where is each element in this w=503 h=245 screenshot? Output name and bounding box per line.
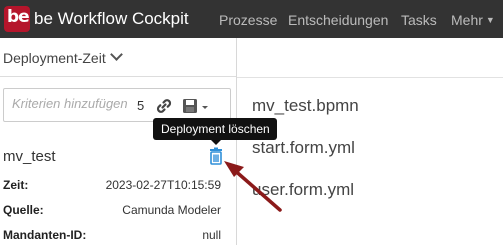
property-label-zeit: Zeit: [3,178,29,192]
save-icon[interactable] [182,96,212,116]
deployments-sidebar: Deployment-Zeit 5 mv_test Zeit: 2023-02-… [0,38,237,245]
logo-text: be [7,7,30,27]
deployment-name[interactable]: mv_test [3,148,56,165]
property-value-zeit: 2023-02-27T10:15:59 [105,178,221,192]
property-label-quelle: Quelle: [3,203,44,217]
delete-tooltip: Deployment löschen [153,118,277,145]
chevron-down-icon [109,48,123,61]
nav-item-tasks[interactable]: Tasks [401,12,437,28]
property-value-mandanten-id: null [202,228,221,242]
caret-down-icon: ▼ [485,15,495,25]
tooltip-text: Deployment löschen [161,122,270,136]
nav-item-entscheidungen[interactable]: Entscheidungen [288,12,388,28]
property-label-mandanten-id: Mandanten-ID: [3,228,87,242]
app-title[interactable]: be Workflow Cockpit [34,9,189,29]
result-count: 5 [137,98,145,113]
link-icon[interactable] [154,96,174,116]
nav-item-prozesse[interactable]: Prozesse [219,12,277,28]
search-input[interactable] [12,96,132,111]
sort-dropdown[interactable]: Deployment-Zeit [0,38,236,77]
property-value-quelle: Camunda Modeler [122,203,221,217]
divider [237,77,503,78]
sort-label[interactable]: Deployment-Zeit [3,48,123,66]
resource-item[interactable]: start.form.yml [252,138,355,158]
search-criteria-box[interactable]: 5 [3,88,231,122]
annotation-arrow-icon [224,161,282,212]
sort-label-text: Deployment-Zeit [3,50,106,66]
be-logo-icon[interactable]: be [4,6,30,32]
tooltip-arrow [211,140,221,145]
resource-item[interactable]: mv_test.bpmn [252,96,359,116]
nav-item-mehr[interactable]: Mehr ▼ [451,12,495,28]
nav-more-label: Mehr [451,12,483,28]
top-navigation-bar: be be Workflow Cockpit Prozesse Entschei… [0,0,503,38]
